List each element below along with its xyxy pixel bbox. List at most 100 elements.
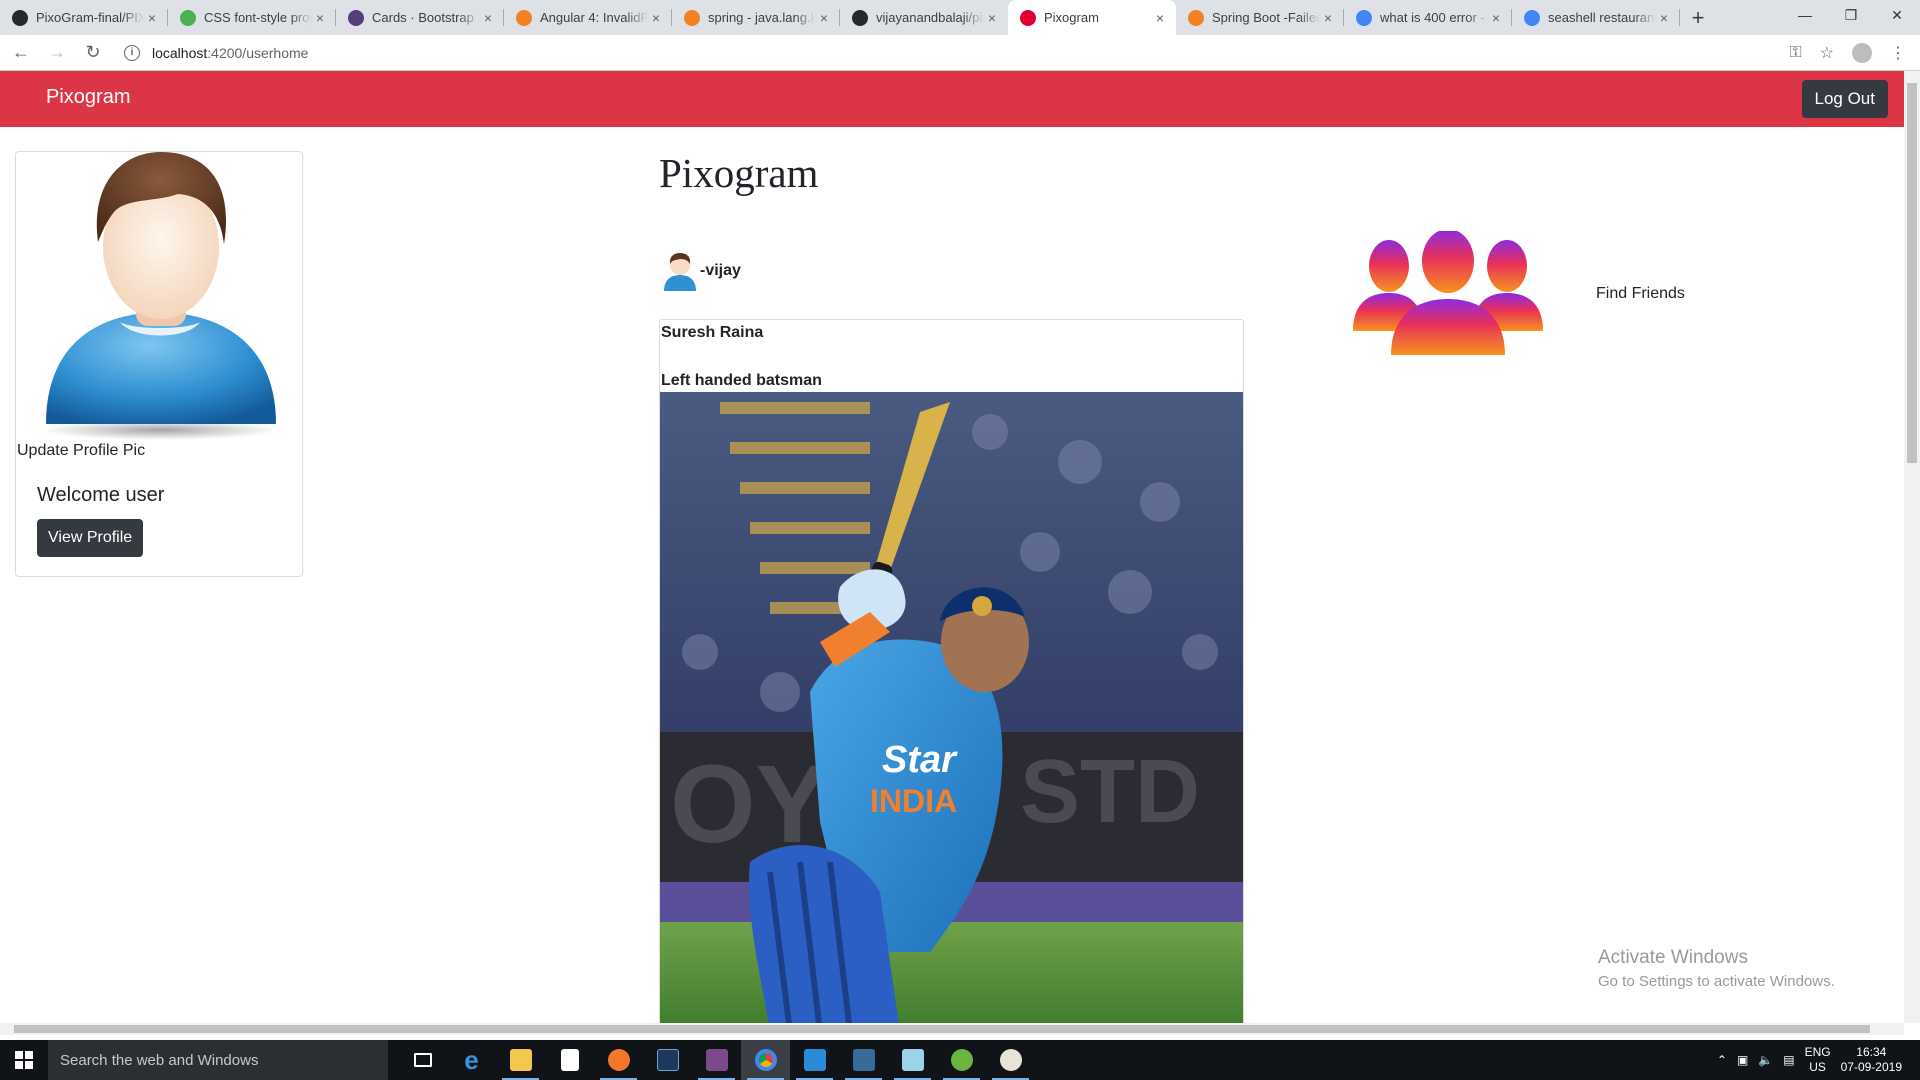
- taskbar-search[interactable]: Search the web and Windows: [48, 1040, 388, 1080]
- volume-icon[interactable]: 🔈: [1758, 1053, 1773, 1067]
- restore-icon[interactable]: ❐: [1828, 0, 1874, 30]
- post-description: Left handed batsman: [661, 372, 822, 389]
- back-icon[interactable]: ←: [6, 42, 36, 63]
- new-tab-button[interactable]: +: [1680, 0, 1716, 35]
- edge-icon[interactable]: e: [447, 1040, 496, 1080]
- watermark-subtitle: Go to Settings to activate Windows.: [1598, 973, 1835, 990]
- browser-tab[interactable]: Cards · Bootstrap ×: [336, 0, 504, 35]
- post-title: Suresh Raina: [661, 324, 764, 341]
- notification-icon[interactable]: ▤: [1783, 1053, 1794, 1067]
- google-icon: [1524, 9, 1540, 26]
- clock-date: 07-09-2019: [1840, 1060, 1902, 1074]
- w3schools-icon: [180, 9, 196, 26]
- page-viewport: Pixogram Log Out Update Profile Pic Welc…: [0, 71, 1904, 1023]
- find-friends-icon[interactable]: [1353, 231, 1543, 355]
- url-path: :4200/userhome: [207, 44, 309, 61]
- close-tab-icon[interactable]: ×: [1320, 10, 1336, 26]
- close-tab-icon[interactable]: ×: [984, 10, 1000, 26]
- system-tray: ⌃ ▣ 🔈 ▤ ENG US 16:34 07-09-2019: [1717, 1045, 1902, 1075]
- clock[interactable]: 16:34 07-09-2019: [1841, 1045, 1902, 1075]
- watermark-title: Activate Windows: [1598, 947, 1748, 968]
- tab-title: vijayanandbalaji/pix: [876, 10, 984, 25]
- close-window-icon[interactable]: ✕: [1874, 0, 1920, 30]
- tab-title: Spring Boot -Failed: [1212, 10, 1320, 25]
- profile-avatar-icon[interactable]: [1852, 42, 1872, 63]
- browser-tab[interactable]: Pixogram ×: [1008, 0, 1176, 35]
- logout-button[interactable]: Log Out: [1801, 80, 1888, 118]
- notepad-icon[interactable]: [888, 1040, 937, 1080]
- key-icon[interactable]: ⚿: [1789, 44, 1801, 62]
- tab-title: seashell restaurant: [1548, 10, 1656, 25]
- close-tab-icon[interactable]: ×: [1152, 10, 1168, 26]
- firefox-icon[interactable]: [594, 1040, 643, 1080]
- stackoverflow-icon: [516, 9, 532, 26]
- close-tab-icon[interactable]: ×: [480, 10, 496, 26]
- tab-title: CSS font-style prop: [204, 10, 312, 25]
- vertical-scrollbar[interactable]: [1904, 71, 1920, 1023]
- browser-toolbar: ← → ↻ i localhost:4200/userhome ⚿ ☆ ⋮: [0, 35, 1920, 71]
- vertical-scroll-thumb[interactable]: [1907, 83, 1917, 463]
- tab-title: PixoGram-final/PIXO: [36, 10, 144, 25]
- horizontal-scroll-thumb[interactable]: [14, 1025, 1870, 1033]
- stackoverflow-icon: [1188, 9, 1204, 26]
- windows-taskbar: Search the web and Windows e ⌃ ▣ 🔈 ▤ ENG…: [0, 1040, 1920, 1080]
- user-avatar-icon: [664, 253, 696, 291]
- site-info-icon[interactable]: i: [124, 44, 140, 61]
- window-controls: — ❐ ✕: [1782, 0, 1920, 30]
- find-friends-link[interactable]: Find Friends: [1596, 285, 1685, 303]
- close-tab-icon[interactable]: ×: [648, 10, 664, 26]
- view-profile-button[interactable]: View Profile: [37, 519, 144, 557]
- browser-tab[interactable]: CSS font-style prop ×: [168, 0, 336, 35]
- update-profile-pic-link[interactable]: Update Profile Pic: [17, 442, 145, 460]
- forward-icon[interactable]: →: [42, 42, 72, 63]
- svg-text:STD: STD: [1020, 742, 1200, 842]
- browser-tab-strip: PixoGram-final/PIXO×CSS font-style prop×…: [0, 0, 1920, 35]
- bookmark-star-icon[interactable]: ☆: [1820, 43, 1834, 63]
- github-icon: [852, 9, 868, 26]
- language-indicator[interactable]: ENG US: [1805, 1045, 1831, 1075]
- menu-dots-icon[interactable]: ⋮: [1890, 43, 1906, 63]
- close-tab-icon[interactable]: ×: [144, 10, 160, 26]
- browser-tab[interactable]: vijayanandbalaji/pix ×: [840, 0, 1008, 35]
- minimize-icon[interactable]: —: [1782, 0, 1828, 30]
- network-icon[interactable]: ▣: [1737, 1053, 1748, 1067]
- close-tab-icon[interactable]: ×: [816, 10, 832, 26]
- clock-time: 16:34: [1856, 1045, 1887, 1059]
- profile-picture: [42, 152, 278, 440]
- page-title: Pixogram: [659, 150, 819, 196]
- post-header: -vijay: [660, 251, 741, 291]
- browser-tab[interactable]: seashell restaurant ×: [1512, 0, 1680, 35]
- address-bar[interactable]: i localhost:4200/userhome: [124, 39, 1784, 67]
- navbar-brand[interactable]: Pixogram: [46, 86, 130, 109]
- vscode-icon[interactable]: [790, 1040, 839, 1080]
- profile-card: Update Profile Pic Welcome user View Pro…: [15, 151, 303, 577]
- language-code: ENG: [1804, 1045, 1831, 1059]
- svg-text:INDIA: INDIA: [870, 783, 957, 819]
- browser-tab[interactable]: PixoGram-final/PIXO×: [0, 0, 168, 35]
- browser-tab[interactable]: Spring Boot -Failed ×: [1176, 0, 1344, 35]
- app-icon[interactable]: [692, 1040, 741, 1080]
- browser-tab[interactable]: Angular 4: InvalidPip ×: [504, 0, 672, 35]
- windows-start-icon[interactable]: [0, 1040, 48, 1080]
- horizontal-scrollbar[interactable]: [0, 1023, 1904, 1035]
- post-photo[interactable]: OY STD Star INDIA: [660, 392, 1243, 1023]
- tab-title: Angular 4: InvalidPip: [540, 10, 648, 25]
- welcome-text: Welcome user: [37, 484, 165, 506]
- close-tab-icon[interactable]: ×: [1488, 10, 1504, 26]
- browser-tab[interactable]: what is 400 error - G ×: [1344, 0, 1512, 35]
- mysql-workbench-icon[interactable]: [839, 1040, 888, 1080]
- store-icon[interactable]: [545, 1040, 594, 1080]
- tab-title: spring - java.lang.Ille: [708, 10, 816, 25]
- chrome-icon[interactable]: [741, 1040, 790, 1080]
- reload-icon[interactable]: ↻: [78, 42, 108, 63]
- tray-chevron-icon[interactable]: ⌃: [1717, 1053, 1727, 1067]
- file-explorer-icon[interactable]: [496, 1040, 545, 1080]
- close-tab-icon[interactable]: ×: [312, 10, 328, 26]
- terminal-icon[interactable]: [643, 1040, 692, 1080]
- paint-icon[interactable]: [986, 1040, 1035, 1080]
- spring-tool-icon[interactable]: [937, 1040, 986, 1080]
- browser-tab[interactable]: spring - java.lang.Ille ×: [672, 0, 840, 35]
- task-view-icon[interactable]: [398, 1040, 447, 1080]
- post-username[interactable]: -vijay: [700, 262, 741, 280]
- close-tab-icon[interactable]: ×: [1656, 10, 1672, 26]
